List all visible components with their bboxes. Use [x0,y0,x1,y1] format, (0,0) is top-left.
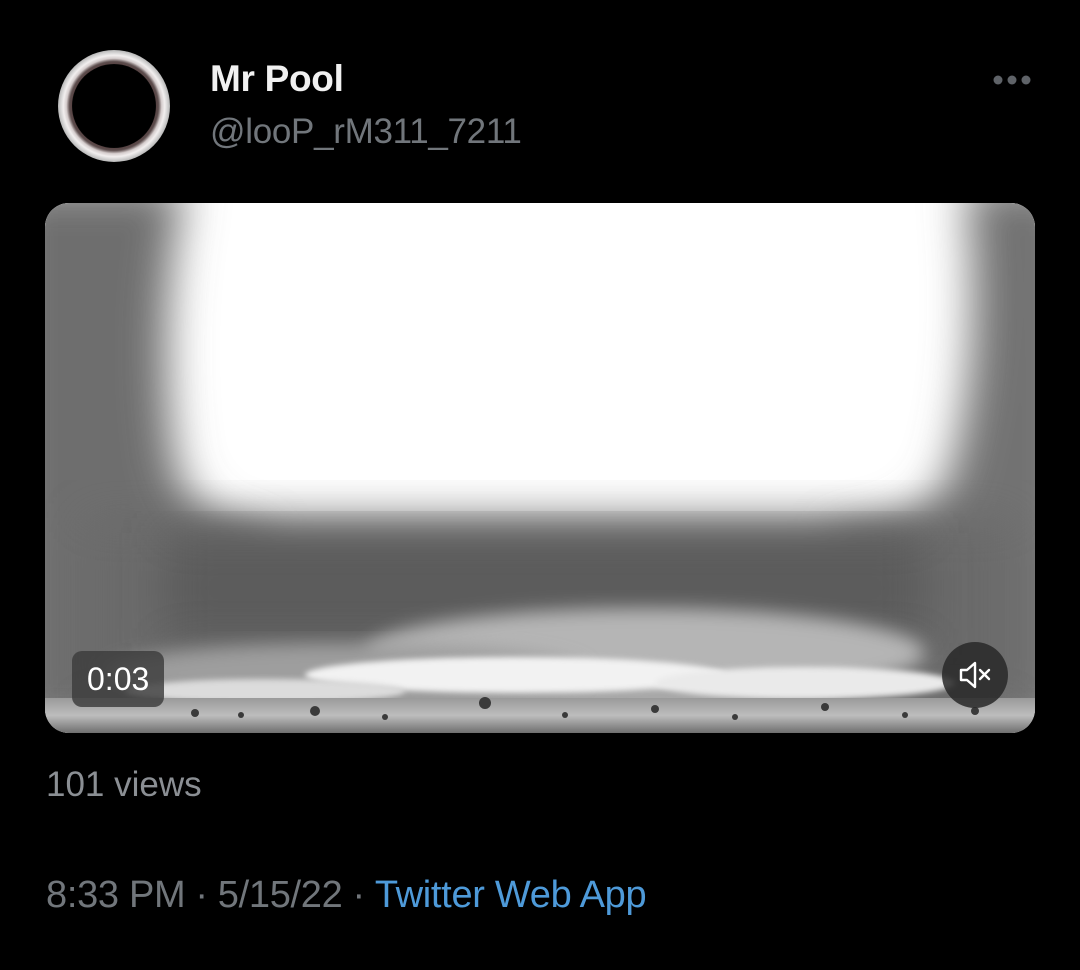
solar-eclipse-avatar-icon [72,64,156,148]
tweet-time: 8:33 PM [46,874,186,916]
video-player[interactable]: 0:03 [45,203,1035,733]
views-count: 101 views [46,765,202,804]
video-duration-badge: 0:03 [72,651,165,707]
speaker-muted-icon [959,661,991,689]
avatar[interactable] [58,50,170,162]
tweet-metadata: 8:33 PM · 5/15/22 · Twitter Web App [46,874,647,917]
source-link[interactable]: Twitter Web App [375,874,647,916]
author-handle[interactable]: @looP_rM311_7211 [210,112,522,152]
tweet-date: 5/15/22 [217,874,343,916]
author-display-name[interactable]: Mr Pool [210,58,344,100]
tweet: Mr Pool @looP_rM311_7211 0:03 101 views … [0,0,1080,970]
separator: · [195,874,208,916]
more-options-button[interactable] [984,60,1044,100]
separator: · [352,874,365,916]
more-horizontal-icon [993,75,1031,85]
unmute-button[interactable] [942,642,1008,708]
video-frame-explosion [45,203,1035,733]
